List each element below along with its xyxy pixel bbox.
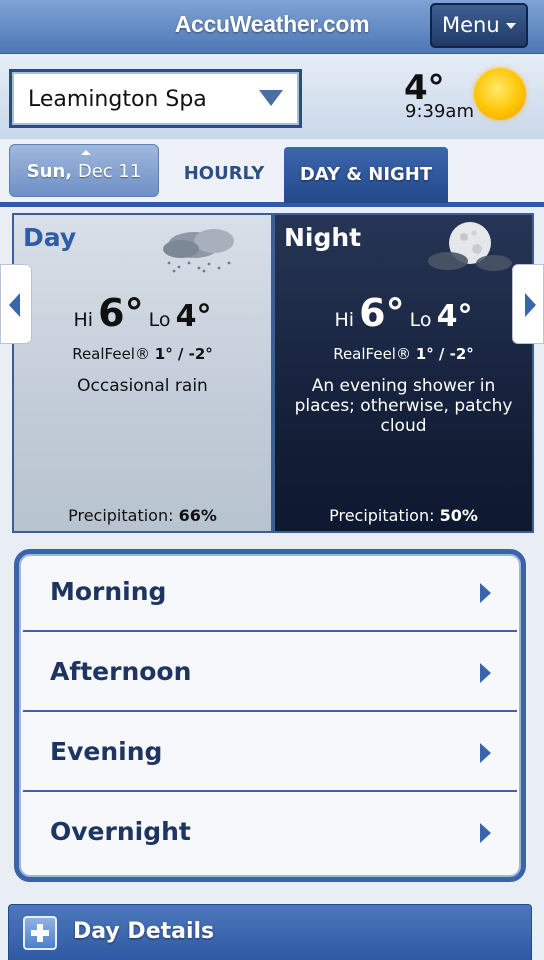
tab-day-night[interactable]: DAY & NIGHT <box>284 147 448 203</box>
night-precip-value: 50% <box>439 506 478 525</box>
night-condition: An evening shower in places; otherwise, … <box>294 376 513 436</box>
date-indicator-icon <box>81 150 91 155</box>
moon-cloud-icon <box>428 222 512 271</box>
day-lo-value: 4° <box>175 299 212 334</box>
night-realfeel-label: RealFeel® <box>333 345 411 363</box>
day-details-button[interactable]: Day Details <box>8 904 532 960</box>
tab-hourly[interactable]: HOURLY <box>166 148 282 200</box>
location-select[interactable]: Leamington Spa <box>9 69 302 128</box>
tab-underline <box>0 202 544 207</box>
day-condition: Occasional rain <box>77 376 208 396</box>
day-realfeel-label: RealFeel® <box>72 345 150 363</box>
day-precip-label: Precipitation: <box>68 506 174 525</box>
night-lo-value: 4° <box>436 299 473 334</box>
app-header: AccuWeather.com Menu <box>0 0 544 54</box>
day-details-label: Day Details <box>73 919 215 944</box>
period-label: Evening <box>50 737 163 766</box>
day-title: Day <box>23 223 77 252</box>
day-panel: Day Hi 6° Lo 4° RealFeel® 1° / -2° Occas… <box>12 213 273 533</box>
night-title: Night <box>284 223 362 252</box>
dropdown-arrow-icon <box>259 90 283 106</box>
location-bar: Leamington Spa <box>0 55 544 139</box>
period-item-evening[interactable]: Evening <box>23 714 517 792</box>
day-precipitation: Precipitation: 66% <box>14 506 271 525</box>
caret-down-icon <box>506 23 516 29</box>
period-label: Overnight <box>50 817 191 846</box>
next-button[interactable] <box>512 264 544 344</box>
tab-date[interactable]: Sun, Dec 11 <box>9 144 159 197</box>
previous-button[interactable] <box>0 264 32 344</box>
period-label: Morning <box>50 577 167 606</box>
night-hi-value: 6° <box>359 291 405 335</box>
chevron-left-icon <box>9 293 20 317</box>
menu-button[interactable]: Menu <box>430 3 528 48</box>
sun-icon <box>474 68 526 120</box>
day-realfeel-value: 1° / -2° <box>154 345 213 363</box>
day-hi-value: 6° <box>98 291 144 335</box>
night-hi-label: Hi <box>334 309 355 331</box>
period-label: Afternoon <box>50 657 192 686</box>
period-item-afternoon[interactable]: Afternoon <box>23 634 517 712</box>
tab-date-rest: Dec 11 <box>72 161 142 182</box>
night-realfeel: RealFeel® 1° / -2° <box>275 345 532 363</box>
chevron-right-icon <box>480 583 491 603</box>
night-panel: Night Hi 6° Lo 4° RealFeel® 1° / -2° An … <box>273 213 534 533</box>
plus-icon <box>23 916 57 950</box>
period-item-morning[interactable]: Morning <box>23 554 517 632</box>
day-precip-value: 66% <box>178 506 217 525</box>
night-lo-label: Lo <box>409 309 432 331</box>
day-realfeel: RealFeel® 1° / -2° <box>14 345 271 363</box>
current-time: 9:39am <box>405 101 474 122</box>
chevron-right-icon <box>525 293 536 317</box>
night-realfeel-value: 1° / -2° <box>415 345 474 363</box>
chevron-right-icon <box>480 823 491 843</box>
rain-cloud-icon <box>163 229 234 273</box>
location-name: Leamington Spa <box>28 87 207 112</box>
chevron-right-icon <box>480 663 491 683</box>
night-precipitation: Precipitation: 50% <box>275 506 532 525</box>
day-hi-label: Hi <box>73 309 94 331</box>
chevron-right-icon <box>480 743 491 763</box>
tab-date-day: Sun, <box>26 161 73 182</box>
menu-button-label: Menu <box>442 13 500 37</box>
night-precip-label: Precipitation: <box>329 506 435 525</box>
period-list: Morning Afternoon Evening Overnight <box>14 549 526 882</box>
period-item-overnight[interactable]: Overnight <box>23 794 517 872</box>
day-hi-lo: Hi 6° Lo 4° <box>14 291 271 335</box>
day-lo-label: Lo <box>148 309 171 331</box>
night-hi-lo: Hi 6° Lo 4° <box>275 291 532 335</box>
